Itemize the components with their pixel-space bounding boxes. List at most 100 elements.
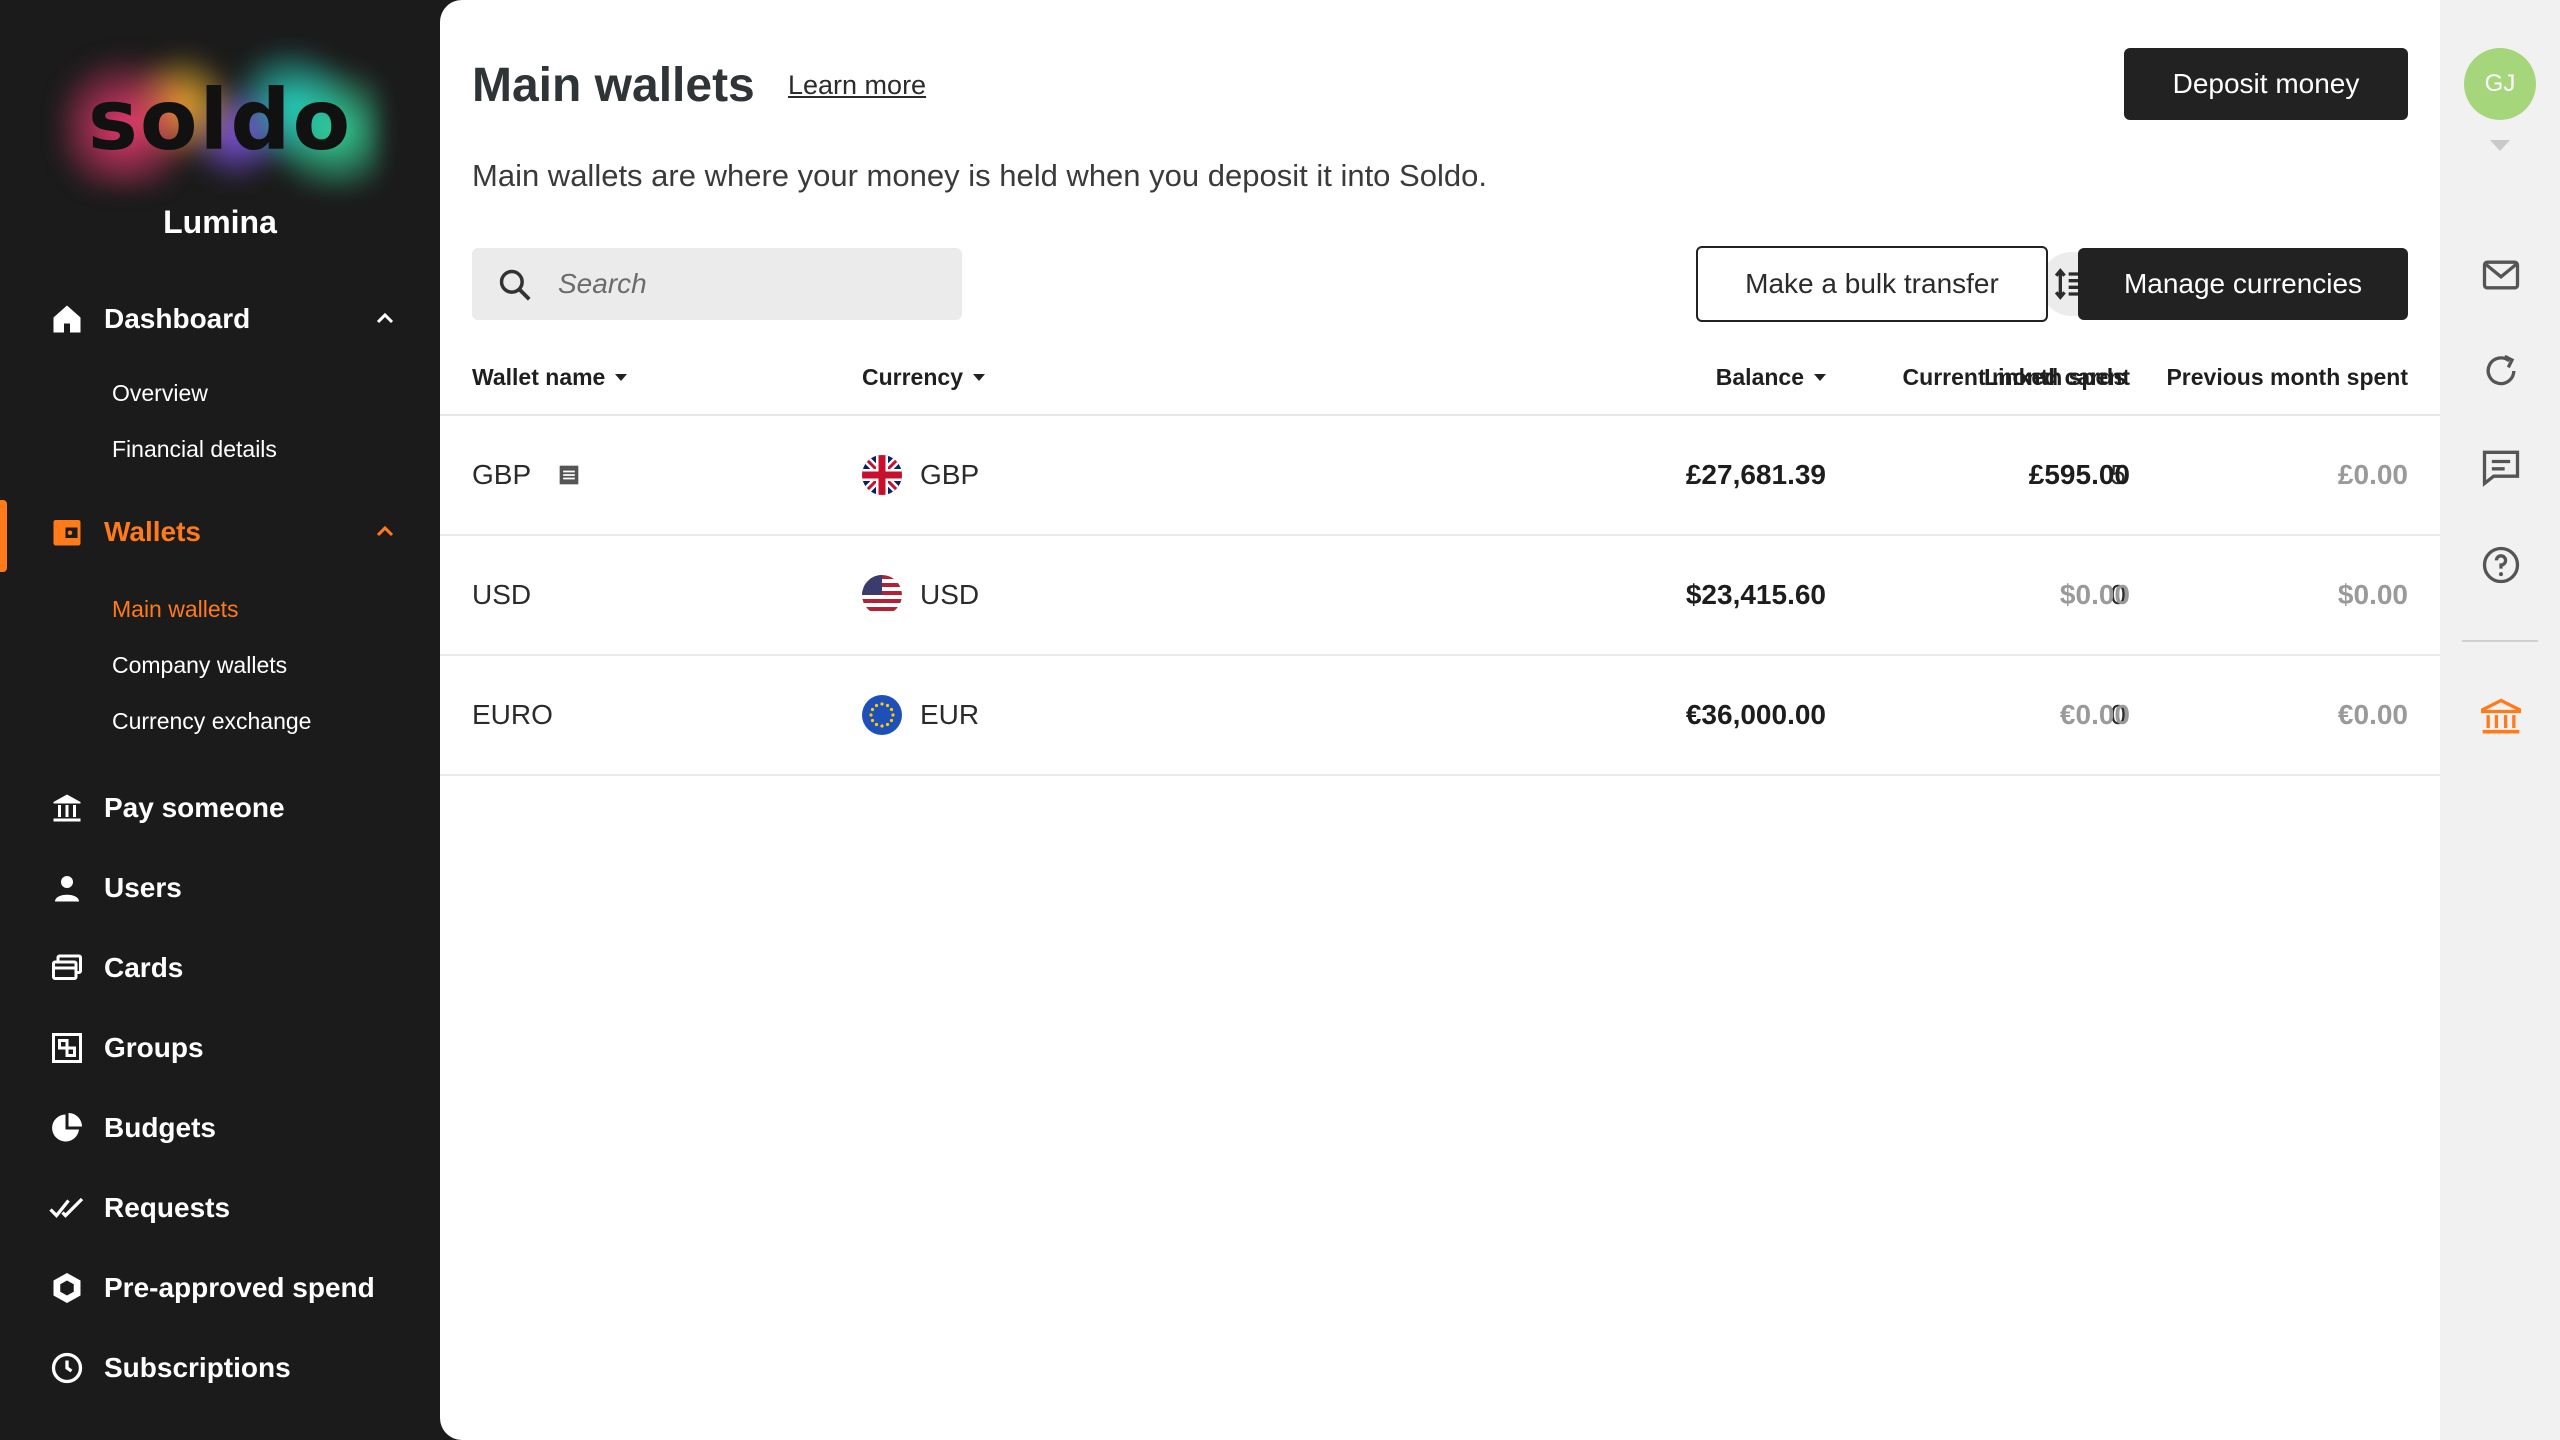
table-row[interactable]: USD USD $23,415.60 0 $0.00 $0.00 [440,536,2440,656]
sidebar-item-label: Dashboard [104,303,251,334]
wallet-name-cell: EURO [472,656,553,774]
sidebar-item-subscriptions[interactable]: Subscriptions [0,1336,440,1400]
sidebar-subitem-company-wallets[interactable]: Company wallets [112,652,287,679]
eu-flag-icon [862,695,902,735]
column-current-month-spent: Current month spent [1812,364,2130,391]
manage-currencies-button[interactable]: Manage currencies [2078,248,2408,320]
sidebar-item-label: Users [104,872,182,903]
pie-chart-icon [48,1109,86,1147]
sidebar-item-budgets[interactable]: Budgets [0,1096,440,1160]
table-row[interactable]: GBP GBP £27,681.39 5 £595.00 £0.00 [440,416,2440,536]
search-box[interactable] [472,248,962,320]
hexagon-icon [48,1269,86,1307]
bank-icon[interactable] [2478,694,2524,740]
sidebar-item-label: Pre-approved spend [104,1272,375,1303]
column-label: Current month spent [1902,364,2130,390]
page-description: Main wallets are where your money is hel… [472,158,1487,193]
user-icon [48,869,86,907]
chat-icon[interactable] [2478,444,2524,490]
learn-more-link[interactable]: Learn more [788,70,926,101]
home-icon [48,300,86,338]
current-month-spent-cell: $0.00 [2059,579,2130,610]
currency-cell: EUR [862,656,979,774]
currency-code: USD [920,579,980,610]
organization-name: Lumina [163,204,277,240]
mail-icon[interactable] [2478,252,2524,298]
us-flag-icon [862,575,902,615]
sidebar-item-cards[interactable]: Cards [0,936,440,1000]
bulk-transfer-button[interactable]: Make a bulk transfer [1696,246,2048,322]
column-currency[interactable]: Currency [862,364,985,391]
sidebar-item-requests[interactable]: Requests [0,1176,440,1240]
currency-code: GBP [920,459,980,490]
currency-cell: USD [862,536,979,654]
table-row[interactable]: EURO EUR €36,000.00 0 €0.00 €0.00 [440,656,2440,776]
wallet-name-cell: USD [472,536,531,654]
page-title: Main wallets [472,59,755,112]
help-icon[interactable] [2478,542,2524,588]
column-label: Currency [862,364,963,390]
sort-caret-icon [615,374,628,381]
sidebar-item-dashboard[interactable]: Dashboard [0,287,440,351]
currency-code: EUR [920,699,980,730]
search-input[interactable] [558,262,938,306]
sidebar-subitem-currency-exchange[interactable]: Currency exchange [112,708,311,735]
main-panel: Main wallets Learn more Deposit money Ma… [440,0,2440,1440]
sidebar-item-label: Requests [104,1192,231,1223]
sidebar-item-wallets[interactable]: Wallets [0,500,440,572]
column-label: Balance [1715,364,1804,390]
column-label: Wallet name [472,364,606,390]
note-icon[interactable] [555,461,583,489]
wallet-name: EURO [472,699,553,730]
balance-cell: $23,415.60 [1685,579,1826,610]
right-rail: GJ [2440,0,2560,1440]
clock-icon [48,1349,86,1387]
sidebar-item-label: Groups [104,1032,204,1063]
previous-month-spent-cell: £0.00 [2337,459,2408,490]
sidebar-item-users[interactable]: Users [0,856,440,920]
sidebar-item-label: Subscriptions [104,1352,291,1383]
wallet-name-cell: GBP [472,416,583,534]
chevron-up-icon[interactable] [370,304,400,334]
chevron-up-icon[interactable] [370,517,400,547]
sidebar-item-label: Budgets [104,1112,216,1143]
sidebar-item-pay-someone[interactable]: Pay someone [0,776,440,840]
table-header: Wallet name Currency Balance Linked card… [440,350,2440,416]
sidebar: soldo Lumina Dashboard Overview Financia… [0,0,440,1440]
sidebar-subitem-financial-details[interactable]: Financial details [112,436,277,463]
sidebar-item-label: Cards [104,952,184,983]
previous-month-spent-cell: $0.00 [2337,579,2408,610]
refresh-icon[interactable] [2478,348,2524,394]
deposit-money-button[interactable]: Deposit money [2124,48,2408,120]
column-previous-month-spent: Previous month spent [2130,364,2408,391]
column-label: Previous month spent [2166,364,2408,390]
current-month-spent-cell: €0.00 [2059,699,2130,730]
groups-icon [48,1029,86,1067]
balance-cell: £27,681.39 [1685,459,1826,490]
previous-month-spent-cell: €0.00 [2337,699,2408,730]
soldo-logo[interactable]: soldo [60,50,380,190]
sort-caret-icon [972,374,985,381]
search-icon [499,269,531,301]
column-wallet-name[interactable]: Wallet name [472,364,628,391]
sidebar-item-groups[interactable]: Groups [0,1016,440,1080]
column-balance[interactable]: Balance [1716,364,1826,391]
sidebar-subitem-main-wallets[interactable]: Main wallets [112,596,239,623]
chevron-down-icon[interactable] [2490,140,2510,151]
sidebar-item-label: Wallets [104,516,201,547]
wallet-icon [48,513,86,551]
wallet-name: USD [472,579,532,610]
current-month-spent-cell: £595.00 [2028,459,2130,490]
bank-transfer-icon [48,789,86,827]
sidebar-item-label: Pay someone [104,792,285,823]
double-check-icon [48,1189,86,1227]
currency-cell: GBP [862,416,979,534]
avatar[interactable]: GJ [2464,48,2536,120]
sidebar-item-pre-approved-spend[interactable]: Pre-approved spend [0,1256,440,1320]
uk-flag-icon [862,455,902,495]
wallet-name: GBP [472,459,532,490]
cards-icon [48,949,86,987]
rail-divider [2462,640,2538,642]
sidebar-subitem-overview[interactable]: Overview [112,380,208,407]
logo-text: soldo [87,71,353,169]
